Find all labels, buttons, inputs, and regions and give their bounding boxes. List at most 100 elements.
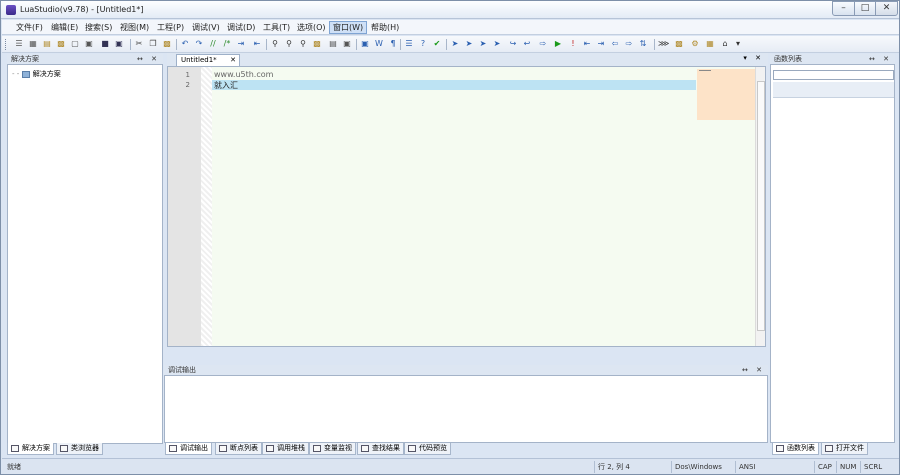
step-out-icon[interactable]: ➤ [478, 39, 488, 49]
new-project-icon[interactable]: ▦ [28, 39, 38, 49]
indent-icon[interactable]: ⇥ [236, 39, 246, 49]
show-next-icon[interactable]: ↪ [508, 39, 518, 49]
function-list-row[interactable] [773, 82, 894, 98]
start-debug-icon[interactable]: ▶ [553, 39, 563, 49]
syntax-check-icon[interactable]: ? [418, 39, 428, 49]
minimize-button[interactable]: – [832, 1, 855, 16]
menu-window[interactable]: 窗口(W) [329, 21, 368, 34]
tree-root-item[interactable]: - - 解决方案 [12, 69, 61, 79]
debug-output-area[interactable] [164, 375, 768, 443]
tree-root-label: 解决方案 [32, 70, 61, 78]
code-line[interactable]: www.u5th.com [214, 70, 273, 79]
bookmark-icon[interactable]: ▣ [342, 39, 352, 49]
tab-breakpoints[interactable]: 断点列表 [215, 443, 262, 455]
new-file-icon[interactable]: ☰ [14, 39, 24, 49]
menu-debug-d[interactable]: 调试(D) [224, 21, 258, 34]
undo-icon[interactable]: ↶ [180, 39, 190, 49]
paste-icon[interactable]: ▩ [162, 39, 172, 49]
tab-strip-buttons[interactable]: ▾ ✕ [743, 54, 764, 62]
copy-icon[interactable]: ❐ [148, 39, 158, 49]
menu-file[interactable]: 文件(F) [13, 21, 46, 34]
tab-watch[interactable]: 变量监视 [309, 443, 356, 455]
code-editor[interactable]: 1 2 www.u5th.com 就入汇 [167, 66, 766, 347]
comment-icon[interactable]: // [208, 39, 218, 49]
check-icon[interactable]: ✔ [432, 39, 442, 49]
toolbar-overflow-icon[interactable]: ▾ [733, 39, 743, 49]
tab-class-view[interactable]: 类浏览器 [56, 443, 103, 455]
menu-help[interactable]: 帮助(H) [368, 21, 402, 34]
break-icon[interactable]: ! [568, 39, 578, 49]
package-icon[interactable]: ▦ [705, 39, 715, 49]
find-prev-icon[interactable]: ⚲ [298, 39, 308, 49]
menu-tools[interactable]: 工具(T) [260, 21, 293, 34]
save-icon[interactable]: ■ [100, 39, 110, 49]
format-icon[interactable]: ⋙ [658, 39, 669, 49]
tab-debug-output[interactable]: 调试输出 [165, 443, 212, 455]
fold-margin[interactable] [201, 67, 212, 346]
settings-icon[interactable]: ⚙ [690, 39, 700, 49]
redo-icon[interactable]: ↷ [194, 39, 204, 49]
tab-open-files[interactable]: 打开文件 [821, 443, 868, 455]
find-files-icon[interactable]: ▤ [328, 39, 338, 49]
menu-debug-v[interactable]: 调试(V) [189, 21, 223, 34]
library-icon[interactable]: ▩ [674, 39, 684, 49]
open-file-icon[interactable]: ▤ [42, 39, 52, 49]
menu-edit[interactable]: 编辑(E) [48, 21, 81, 34]
menu-search[interactable]: 搜索(S) [82, 21, 115, 34]
tab-label: 类浏览器 [71, 444, 99, 452]
line-number: 2 [185, 81, 190, 89]
vertical-scroll-thumb[interactable] [757, 81, 765, 331]
tab-label: Untitled1* [181, 56, 217, 64]
left-panel-buttons[interactable]: ↔ ✕ [137, 54, 160, 64]
code-line-current[interactable]: 就入汇 [212, 80, 696, 90]
minimap[interactable] [697, 69, 755, 120]
breakpoint-icon[interactable]: ⇤ [582, 39, 592, 49]
replace-icon[interactable]: ▩ [312, 39, 322, 49]
menu-options[interactable]: 选项(O) [294, 21, 329, 34]
cut-icon[interactable]: ✂ [134, 39, 144, 49]
find-next-icon[interactable]: ⚲ [284, 39, 294, 49]
disable-breakpoint-icon[interactable]: ⇨ [624, 39, 634, 49]
watch-icon[interactable]: ⇅ [638, 39, 648, 49]
home-icon[interactable]: ⌂ [720, 39, 730, 49]
tab-close-icon[interactable]: ✕ [230, 55, 236, 66]
output-panel-buttons[interactable]: ↔ ✕ [742, 365, 765, 375]
uncomment-icon[interactable]: /* [222, 39, 232, 49]
find-icon[interactable]: ⚲ [270, 39, 280, 49]
clear-breakpoints-icon[interactable]: ⇥ [596, 39, 606, 49]
menu-project[interactable]: 工程(P) [154, 21, 187, 34]
compile-icon[interactable]: ☰ [404, 39, 414, 49]
menu-view[interactable]: 视图(M) [117, 21, 152, 34]
step-into-icon[interactable]: ➤ [450, 39, 460, 49]
left-panel-header: 解决方案 ↔ ✕ [7, 54, 163, 64]
close-file-icon[interactable]: ▢ [70, 39, 80, 49]
enable-breakpoint-icon[interactable]: ⇦ [610, 39, 620, 49]
tab-function-list[interactable]: 函数列表 [772, 443, 819, 455]
show-whitespace-icon[interactable]: ¶ [388, 39, 398, 49]
tab-label: 断点列表 [230, 444, 258, 452]
save-all-icon[interactable]: ▣ [114, 39, 124, 49]
toolbar-separator [356, 39, 357, 50]
run-to-cursor-icon[interactable]: ➤ [492, 39, 502, 49]
right-panel-buttons[interactable]: ↔ ✕ [869, 54, 892, 64]
tab-call-stack[interactable]: 调用堆栈 [262, 443, 309, 455]
tab-code-preview[interactable]: 代码预览 [404, 443, 451, 455]
attach-icon[interactable]: ⇨ [538, 39, 548, 49]
outdent-icon[interactable]: ⇤ [252, 39, 262, 49]
close-button[interactable]: ✕ [875, 1, 898, 16]
open-project-icon[interactable]: ▩ [56, 39, 66, 49]
restart-icon[interactable]: ↩ [522, 39, 532, 49]
vertical-scrollbar[interactable] [755, 67, 765, 346]
maximize-button[interactable]: □ [854, 1, 876, 16]
goto-icon[interactable]: ▣ [360, 39, 370, 49]
toolbar-separator [400, 39, 401, 50]
function-filter-input[interactable] [773, 70, 894, 80]
tab-find-results[interactable]: 查找结果 [357, 443, 404, 455]
close-project-icon[interactable]: ▣ [84, 39, 94, 49]
tab-untitled1[interactable]: Untitled1* ✕ [176, 54, 240, 66]
status-text: 就绪 [7, 463, 21, 471]
tab-solution[interactable]: 解决方案 [7, 443, 54, 455]
word-wrap-icon[interactable]: W [374, 39, 384, 49]
step-over-icon[interactable]: ➤ [464, 39, 474, 49]
toolbar-grip[interactable] [5, 39, 8, 50]
